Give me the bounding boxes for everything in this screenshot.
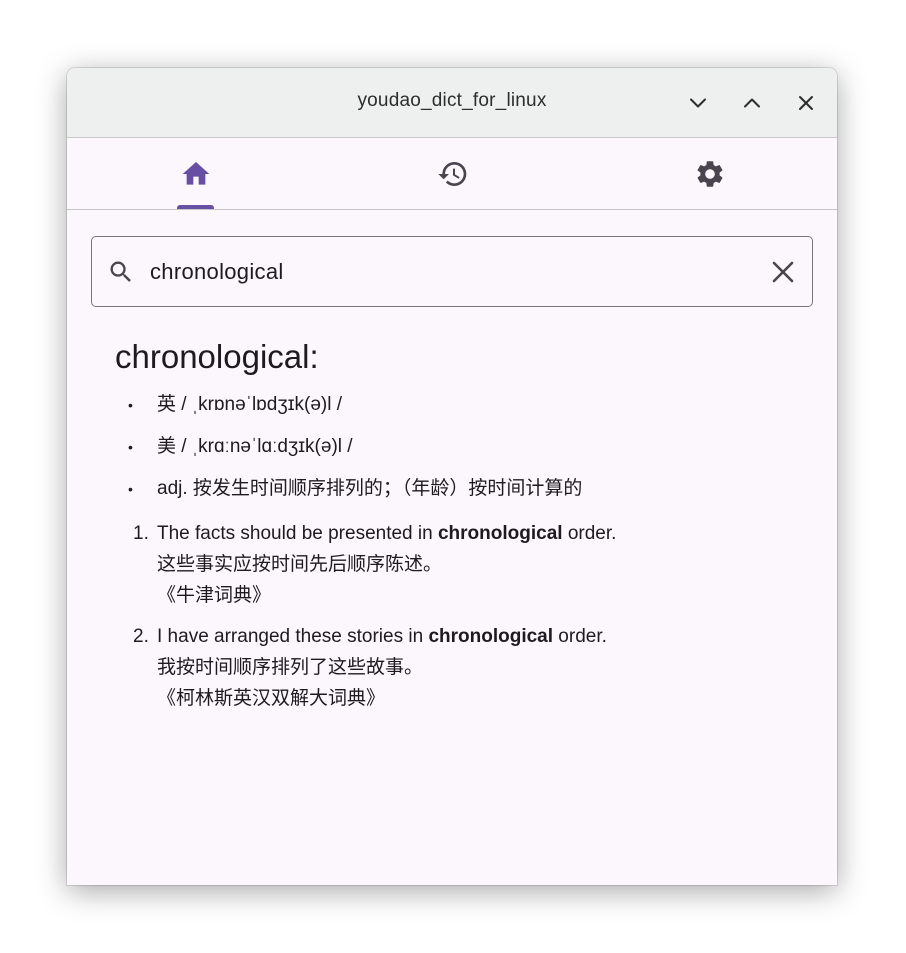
close-icon: [799, 96, 813, 110]
highlight-word: chronological: [428, 626, 554, 647]
definition-meaning: adj. 按发生时间顺序排列的；（年龄）按时间计算的: [157, 478, 583, 499]
example-item: 2. I have arranged these stories in chro…: [115, 621, 815, 714]
maximize-button[interactable]: [737, 88, 767, 118]
definition-item: • 美 / ˌkrɑːnəˈlɑːdʒɪk(ə)l /: [115, 434, 815, 460]
bullet-icon: •: [128, 481, 133, 497]
highlight-word: chronological: [437, 523, 563, 544]
navigation-bar: [67, 138, 837, 210]
example-sentence: I have arranged these stories in chronol…: [157, 626, 607, 647]
app-window: youdao_dict_for_linux chronological chro…: [67, 68, 837, 885]
gear-icon: [694, 158, 726, 190]
active-tab-indicator: [177, 205, 214, 209]
definition-list: • 英 / ˌkrɒnəˈlɒdʒɪk(ə)l / • 美 / ˌkrɑːnəˈ…: [115, 392, 815, 502]
minimize-button[interactable]: [683, 88, 713, 118]
close-icon: [772, 261, 794, 283]
word-title: chronological:: [115, 338, 319, 375]
definition-item: • 英 / ˌkrɒnəˈlɒdʒɪk(ə)l /: [115, 392, 815, 418]
example-source: 《柯林斯英汉双解大词典》: [157, 688, 386, 709]
result-content: chronological: • 英 / ˌkrɒnəˈlɒdʒɪk(ə)l /…: [115, 334, 815, 724]
tab-history[interactable]: [324, 138, 581, 209]
search-input[interactable]: [150, 255, 740, 289]
example-translation: 这些事实应按时间先后顺序陈述。: [157, 554, 443, 575]
tab-home[interactable]: [67, 138, 324, 209]
clear-search-button[interactable]: [768, 257, 798, 287]
chevron-up-icon: [744, 98, 760, 108]
chevron-down-icon: [690, 98, 706, 108]
pronunciation-uk: 英 / ˌkrɒnəˈlɒdʒɪk(ə)l /: [157, 394, 342, 415]
close-window-button[interactable]: [791, 88, 821, 118]
bullet-icon: •: [128, 397, 133, 413]
home-icon: [180, 158, 212, 190]
history-icon: [437, 158, 469, 190]
example-number: 1.: [133, 523, 149, 544]
example-source: 《牛津词典》: [157, 585, 272, 606]
example-list: 1. The facts should be presented in chro…: [115, 518, 815, 714]
tab-settings[interactable]: [581, 138, 837, 209]
bullet-icon: •: [128, 439, 133, 455]
window-title: youdao_dict_for_linux: [357, 90, 547, 111]
search-box: [91, 236, 813, 307]
pronunciation-us: 美 / ˌkrɑːnəˈlɑːdʒɪk(ə)l /: [157, 436, 353, 457]
search-icon[interactable]: [107, 258, 135, 291]
title-bar[interactable]: youdao_dict_for_linux: [67, 68, 837, 138]
definition-item: • adj. 按发生时间顺序排列的；（年龄）按时间计算的: [115, 476, 815, 502]
example-item: 1. The facts should be presented in chro…: [115, 518, 815, 611]
example-translation: 我按时间顺序排列了这些故事。: [157, 657, 424, 678]
example-sentence: The facts should be presented in chronol…: [157, 523, 617, 544]
example-number: 2.: [133, 626, 149, 647]
